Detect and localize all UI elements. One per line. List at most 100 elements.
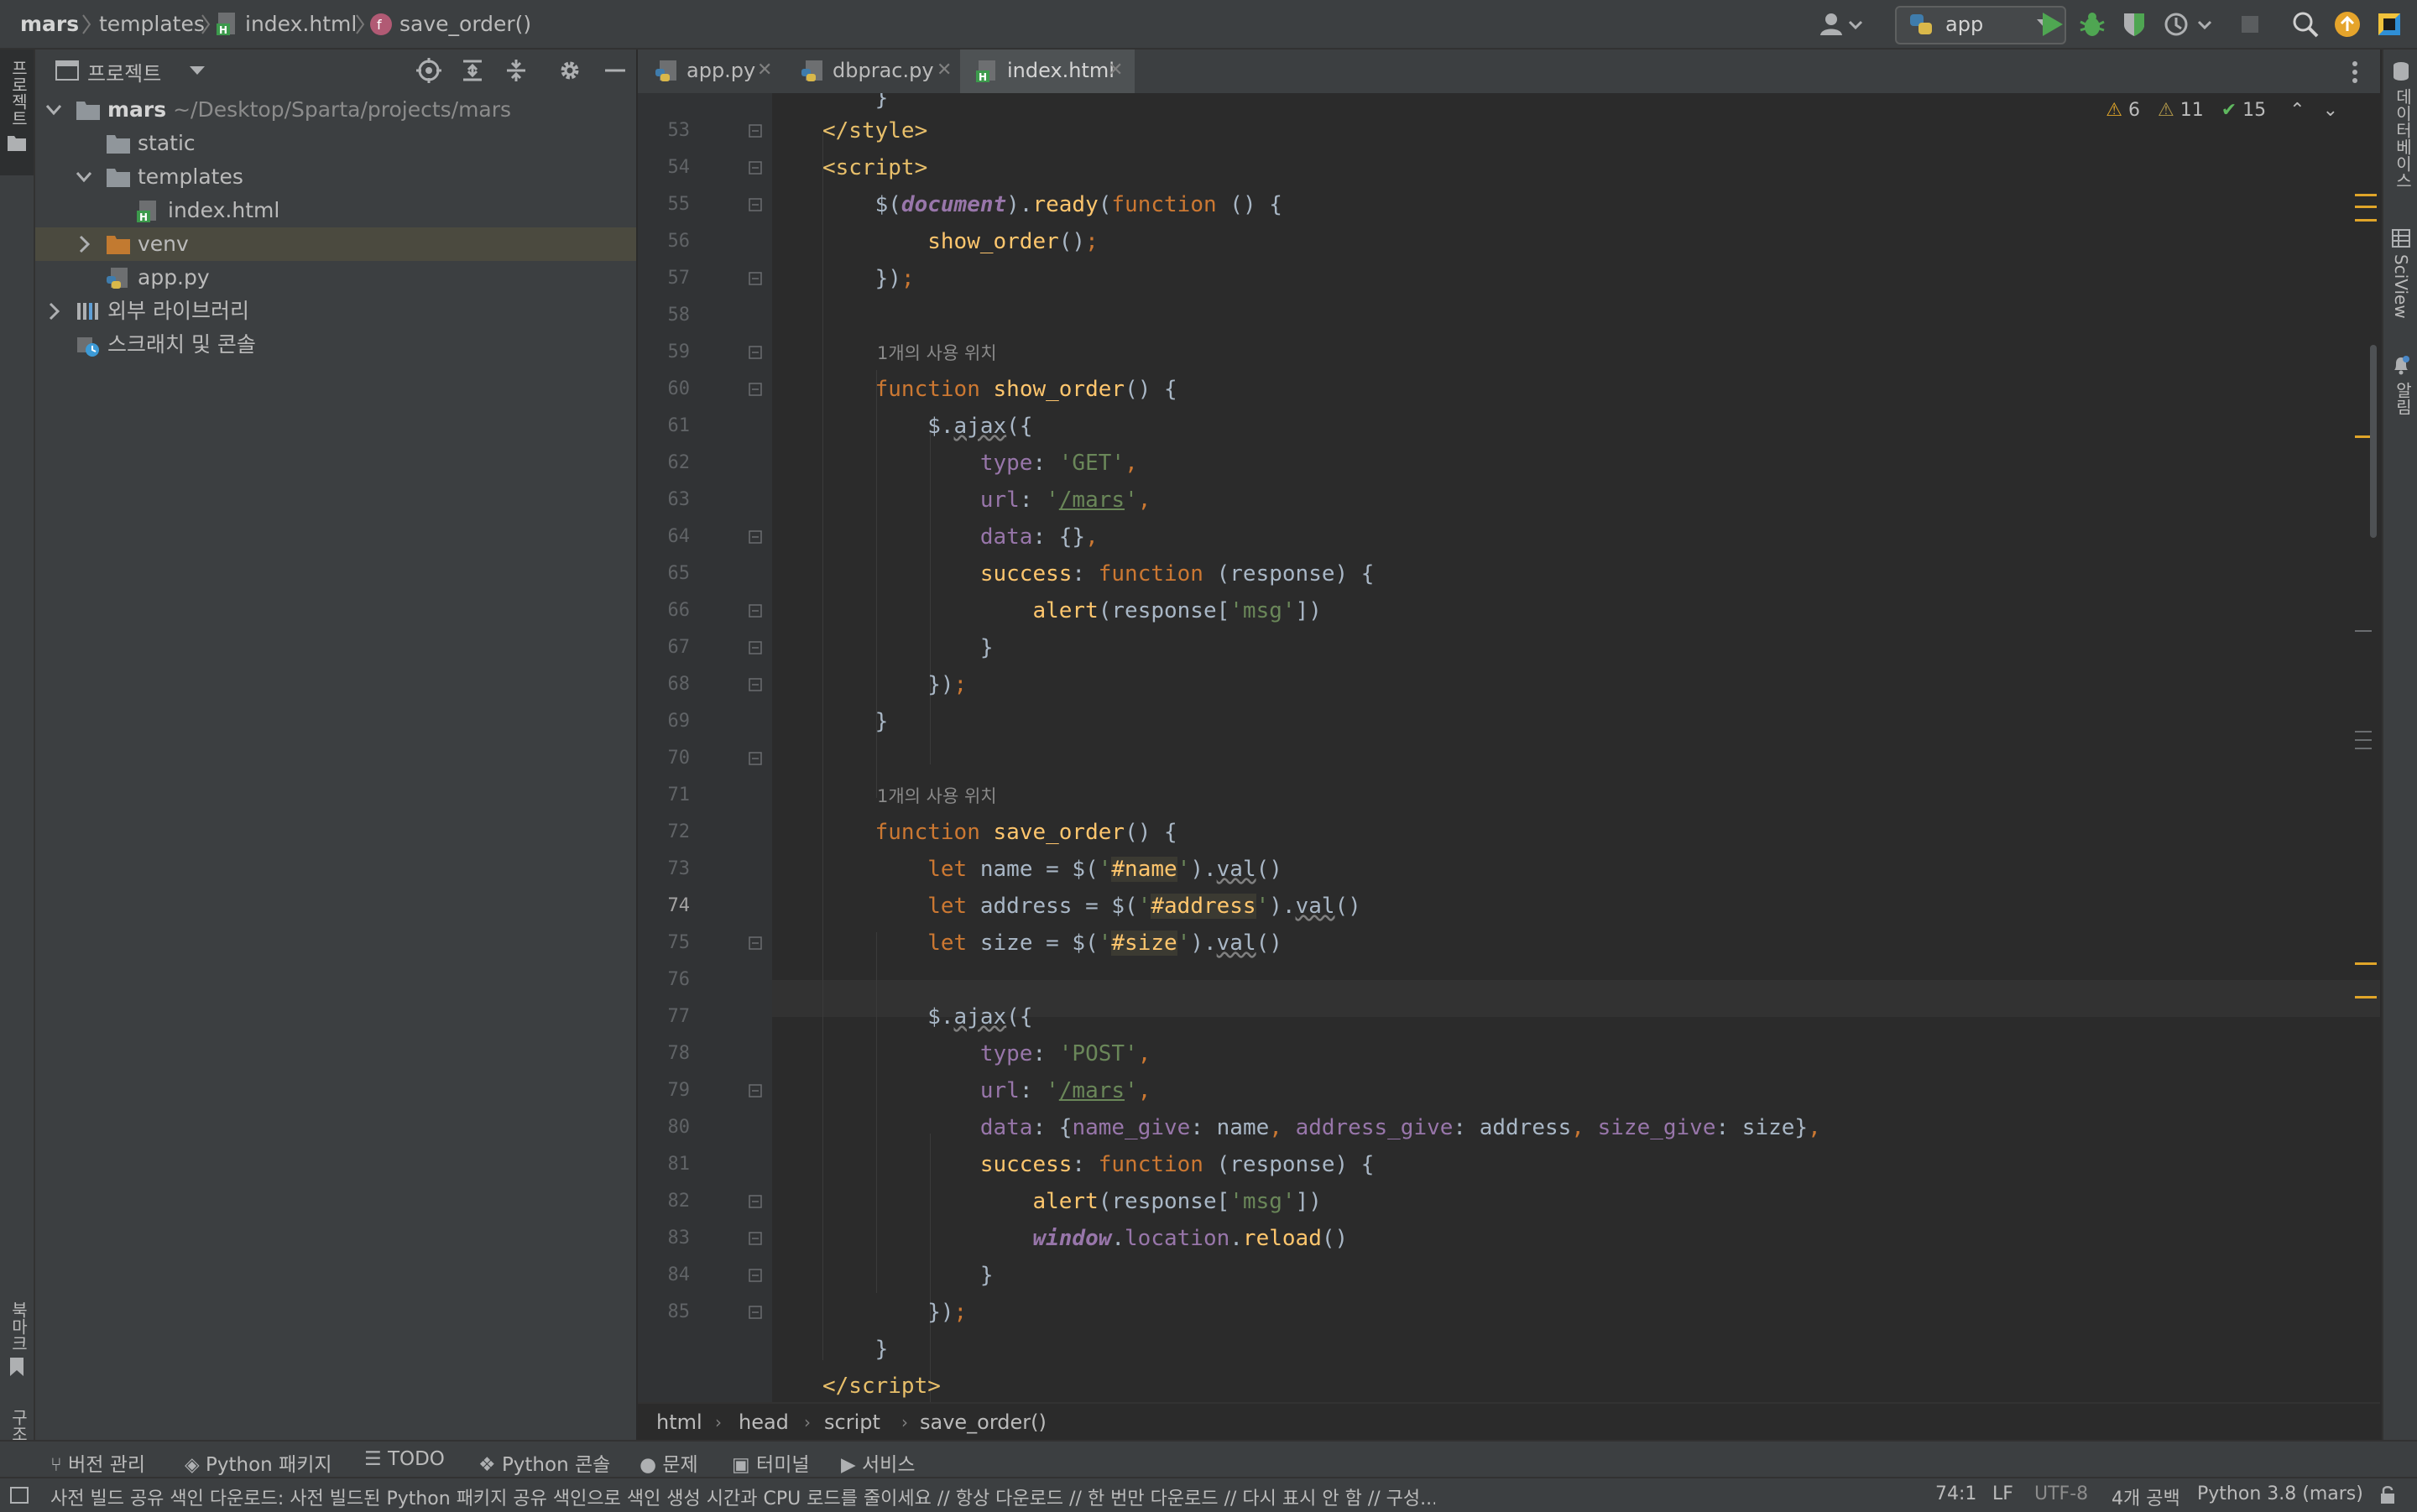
usage-hint[interactable]: 1개의 사용 위치 bbox=[877, 340, 997, 365]
breadcrumb-symbol[interactable]: save_order() bbox=[399, 0, 531, 48]
file-encoding[interactable]: UTF-8 bbox=[2034, 1483, 2088, 1504]
python-console-tool-button[interactable]: ❖ Python 콘솔 bbox=[478, 1448, 610, 1477]
caret-position[interactable]: 74:1 bbox=[1935, 1483, 1976, 1504]
play-circle-icon: ▶ bbox=[841, 1454, 856, 1476]
structure-tool-label: 구조 bbox=[8, 1409, 29, 1442]
breadcrumb-function[interactable]: save_order() bbox=[920, 1410, 1047, 1434]
line-number: 55 bbox=[667, 194, 691, 215]
previous-problem-icon[interactable]: ⌃ bbox=[2289, 100, 2305, 121]
coverage-icon[interactable] bbox=[2120, 10, 2148, 39]
fold-marker-icon[interactable] bbox=[749, 641, 762, 654]
line-separator[interactable]: LF bbox=[1992, 1483, 2013, 1504]
chevron-right-icon bbox=[82, 14, 91, 34]
fold-marker-icon[interactable] bbox=[749, 530, 762, 544]
line-number: 85 bbox=[667, 1301, 691, 1322]
toggle-tool-windows-icon[interactable] bbox=[10, 1487, 29, 1504]
tree-item-external-libraries[interactable]: 외부 라이브러리 bbox=[35, 295, 636, 328]
line-number: 60 bbox=[667, 378, 691, 399]
terminal-icon: ▣ bbox=[732, 1454, 750, 1476]
usage-hint[interactable]: 1개의 사용 위치 bbox=[877, 783, 997, 808]
fold-marker-icon[interactable] bbox=[749, 346, 762, 359]
breadcrumb-html[interactable]: html bbox=[656, 1410, 702, 1434]
services-tool-button[interactable]: ▶ 서비스 bbox=[841, 1448, 916, 1477]
fold-marker-icon[interactable] bbox=[749, 1195, 762, 1208]
account-icon[interactable] bbox=[1818, 10, 1865, 39]
gear-icon[interactable] bbox=[557, 58, 582, 83]
code-line: let address = $('#address').val() bbox=[927, 894, 1361, 919]
tree-item-mars[interactable]: mars ~/Desktop/Sparta/projects/mars bbox=[35, 93, 636, 127]
fold-marker-icon[interactable] bbox=[749, 1269, 762, 1282]
tree-item-index-html[interactable]: H index.html bbox=[35, 194, 636, 227]
python-interpreter[interactable]: Python 3.8 (mars) bbox=[2197, 1483, 2363, 1504]
tree-item-app-py[interactable]: app.py bbox=[35, 261, 636, 295]
python-file-icon bbox=[107, 268, 128, 289]
code-editor[interactable]: } 53 54 55 56 57 58 59 60 61 62 63 64 65 66 67 68 69 70 71… bbox=[638, 93, 2380, 1402]
inspections-widget[interactable]: ⚠ 6 ⚠ 11 ✔ 15 ⌃ ⌄ bbox=[2106, 100, 2338, 127]
fold-marker-icon[interactable] bbox=[749, 272, 762, 285]
tree-item-label: mars bbox=[107, 97, 167, 122]
close-icon[interactable]: ✕ bbox=[1108, 50, 1123, 91]
problems-tool-button[interactable]: ● 문제 bbox=[639, 1448, 698, 1477]
update-icon[interactable] bbox=[2333, 10, 2362, 39]
breadcrumb-head[interactable]: head bbox=[739, 1410, 789, 1434]
database-icon bbox=[2394, 62, 2409, 81]
structure-tool-button[interactable]: 구조 bbox=[0, 1358, 34, 1468]
status-message[interactable]: 사전 빌드 공유 색인 다운로드: 사전 빌드된 Python 패키지 공유 색… bbox=[50, 1483, 1435, 1510]
code-line: }); bbox=[822, 672, 968, 697]
vcs-tool-button[interactable]: ⑂ 버전 관리 bbox=[50, 1448, 145, 1477]
breadcrumb-folder[interactable]: templates bbox=[99, 0, 205, 48]
tab-label: app.py bbox=[686, 59, 756, 82]
fold-marker-icon[interactable] bbox=[749, 936, 762, 950]
jetbrains-ai-icon[interactable] bbox=[2375, 10, 2404, 39]
run-icon[interactable] bbox=[2038, 10, 2066, 39]
lock-icon[interactable] bbox=[2378, 1485, 2397, 1505]
profile-icon[interactable] bbox=[2162, 10, 2212, 39]
fold-marker-icon[interactable] bbox=[749, 161, 762, 175]
breadcrumb-script[interactable]: script bbox=[824, 1410, 880, 1434]
stop-icon[interactable] bbox=[2236, 10, 2264, 39]
fold-marker-icon[interactable] bbox=[749, 1306, 762, 1319]
breadcrumb-project[interactable]: mars bbox=[20, 0, 79, 48]
project-tool-button[interactable]: 프로젝트 bbox=[0, 50, 34, 175]
table-icon bbox=[2392, 229, 2410, 248]
breadcrumb-file[interactable]: index.html bbox=[245, 0, 357, 48]
tree-item-templates[interactable]: templates bbox=[35, 160, 636, 194]
line-number: 65 bbox=[667, 563, 691, 584]
tree-item-venv[interactable]: venv bbox=[35, 227, 636, 261]
indent-setting[interactable]: 4개 공백 bbox=[2112, 1483, 2180, 1510]
fold-marker-icon[interactable] bbox=[749, 1232, 762, 1245]
locate-icon[interactable] bbox=[416, 58, 441, 83]
collapse-all-icon[interactable] bbox=[504, 58, 529, 83]
chevron-down-icon[interactable] bbox=[189, 65, 206, 76]
fold-marker-icon[interactable] bbox=[749, 124, 762, 138]
search-icon[interactable] bbox=[2291, 10, 2320, 39]
database-tool-button[interactable]: 데이터베이스 bbox=[2383, 58, 2417, 192]
fold-marker-icon[interactable] bbox=[749, 604, 762, 618]
terminal-tool-button[interactable]: ▣ 터미널 bbox=[732, 1448, 810, 1477]
tab-dbprac-py[interactable]: dbprac.py ✕ bbox=[784, 50, 962, 93]
tab-app-py[interactable]: app.py ✕ bbox=[638, 50, 782, 93]
project-panel-title[interactable]: 프로젝트 bbox=[87, 57, 161, 86]
tree-item-scratches[interactable]: 스크래치 및 콘솔 bbox=[35, 328, 636, 362]
fold-marker-icon[interactable] bbox=[749, 198, 762, 211]
next-problem-icon[interactable]: ⌄ bbox=[2323, 100, 2338, 121]
close-icon[interactable]: ✕ bbox=[757, 50, 772, 91]
python-packages-tool-button[interactable]: ◈ Python 패키지 bbox=[185, 1448, 332, 1477]
debug-icon[interactable] bbox=[2078, 10, 2106, 39]
notifications-tool-button[interactable]: 알림 bbox=[2383, 352, 2417, 469]
fold-marker-icon[interactable] bbox=[749, 383, 762, 396]
minimize-icon[interactable] bbox=[603, 58, 628, 83]
line-number: 70 bbox=[667, 748, 691, 769]
more-options-icon[interactable] bbox=[2350, 60, 2360, 85]
code-line: } bbox=[822, 635, 994, 660]
fold-marker-icon[interactable] bbox=[749, 678, 762, 691]
close-icon[interactable]: ✕ bbox=[937, 50, 952, 91]
run-config-label: app bbox=[1945, 13, 1984, 36]
tab-index-html[interactable]: H index.html ✕ bbox=[960, 50, 1135, 96]
todo-tool-button[interactable]: ☰ TODO bbox=[364, 1448, 445, 1470]
error-stripe[interactable] bbox=[2350, 93, 2380, 1402]
fold-marker-icon[interactable] bbox=[749, 1084, 762, 1098]
expand-all-icon[interactable] bbox=[460, 58, 485, 83]
tree-item-static[interactable]: static bbox=[35, 127, 636, 160]
fold-marker-icon[interactable] bbox=[749, 752, 762, 765]
